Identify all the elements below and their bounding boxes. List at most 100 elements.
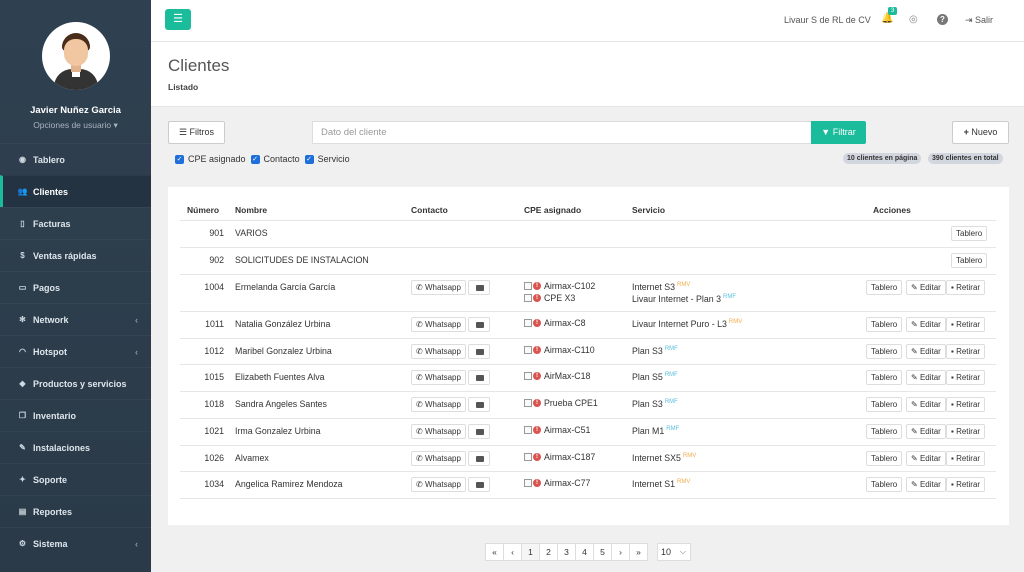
whatsapp-button[interactable]: ✆ Whatsapp — [411, 424, 466, 439]
checkbox-contacto[interactable]: ✓ — [250, 154, 260, 164]
retire-button[interactable]: ▪ Retirar — [946, 477, 986, 492]
retire-button[interactable]: ▪ Retirar — [946, 370, 986, 385]
help-icon[interactable]: ? — [937, 14, 948, 25]
client-name[interactable]: SOLICITUDES DE INSTALACION — [235, 255, 369, 265]
sidebar-item-reportes[interactable]: ▤ Reportes — [0, 495, 151, 527]
sidebar-item-facturas[interactable]: ▯ Facturas — [0, 207, 151, 239]
edit-button[interactable]: ✎ Editar — [906, 370, 946, 385]
header-nombre[interactable]: Nombre — [235, 205, 267, 215]
whatsapp-button[interactable]: ✆ Whatsapp — [411, 451, 466, 466]
client-name[interactable]: Natalia González Urbina — [235, 319, 330, 329]
client-name[interactable]: Irma Gonzalez Urbina — [235, 426, 321, 436]
sidebar-item-network[interactable]: ✻ Network ‹ — [0, 303, 151, 335]
retire-button[interactable]: ▪ Retirar — [946, 344, 986, 359]
whatsapp-button[interactable]: ✆ Whatsapp — [411, 344, 466, 359]
sidebar-item-productos-y-servicios[interactable]: ◆ Productos y servicios — [0, 367, 151, 399]
sidebar-item-tablero[interactable]: ◉ Tablero — [0, 143, 151, 175]
checkbox-cpe[interactable]: ✓ — [175, 154, 184, 164]
tablero-button[interactable]: Tablero — [866, 370, 903, 385]
cpe-item[interactable]: ! Airmax-C187 — [524, 452, 595, 462]
retire-button[interactable]: ▪ Retirar — [946, 397, 986, 412]
contact-card-icon[interactable] — [468, 397, 490, 412]
cpe-item[interactable]: ! Airmax-C77 — [524, 478, 590, 488]
page-size-select[interactable]: 10 ⌵ — [657, 543, 691, 561]
cpe-item[interactable]: ! AirMax-C18 — [524, 371, 590, 381]
avatar[interactable] — [41, 22, 110, 90]
cpe-item[interactable]: ! Airmax-C102 — [524, 281, 595, 291]
page-button[interactable]: › — [611, 543, 630, 561]
tablero-button[interactable]: Tablero — [866, 477, 903, 492]
contact-card-icon[interactable] — [468, 370, 490, 385]
tablero-button[interactable]: Tablero — [866, 424, 903, 439]
search-input[interactable] — [312, 121, 812, 144]
bell-icon[interactable]: 🔔 3 — [881, 7, 898, 24]
sidebar-item-inventario[interactable]: ❒ Inventario — [0, 399, 151, 431]
page-button[interactable]: 3 — [557, 543, 576, 561]
tablero-button[interactable]: Tablero — [951, 226, 988, 241]
cpe-item[interactable]: ! Airmax-C8 — [524, 318, 586, 328]
sidebar-item-hotspot[interactable]: ◠ Hotspot ‹ — [0, 335, 151, 367]
filter-button[interactable]: ▼ Filtrar — [811, 121, 866, 144]
sidebar-item-sistema[interactable]: ⚙ Sistema ‹ — [0, 527, 151, 559]
page-button[interactable]: « — [485, 543, 504, 561]
tablero-button[interactable]: Tablero — [866, 280, 903, 295]
sidebar-item-ventas-rapidas[interactable]: $ Ventas rápidas — [0, 239, 151, 271]
checkbox-servicio[interactable]: ✓ — [304, 154, 314, 164]
client-name[interactable]: Angelica Ramirez Mendoza — [235, 479, 343, 489]
sidebar-item-pagos[interactable]: ▭ Pagos — [0, 271, 151, 303]
contact-card-icon[interactable] — [468, 451, 490, 466]
cpe-item[interactable]: ! Airmax-C110 — [524, 345, 595, 355]
tablero-button[interactable]: Tablero — [866, 451, 903, 466]
edit-button[interactable]: ✎ Editar — [906, 397, 946, 412]
edit-button[interactable]: ✎ Editar — [906, 451, 946, 466]
contact-card-icon[interactable] — [468, 344, 490, 359]
cpe-item[interactable]: ! CPE X3 — [524, 293, 575, 303]
edit-button[interactable]: ✎ Editar — [906, 344, 946, 359]
client-name[interactable]: Elizabeth Fuentes Alva — [235, 372, 325, 382]
user-options-dropdown[interactable]: Opciones de usuario ▾ — [0, 120, 151, 131]
edit-button[interactable]: ✎ Editar — [906, 477, 946, 492]
client-name[interactable]: VARIOS — [235, 228, 268, 238]
edit-button[interactable]: ✎ Editar — [906, 317, 946, 332]
client-name[interactable]: Maribel Gonzalez Urbina — [235, 346, 332, 356]
page-button[interactable]: 5 — [593, 543, 612, 561]
client-name[interactable]: Alvamex — [235, 453, 269, 463]
sidebar-item-soporte[interactable]: ✦ Soporte — [0, 463, 151, 495]
retire-button[interactable]: ▪ Retirar — [946, 280, 986, 295]
logout-link[interactable]: ⇥ Salir — [965, 15, 993, 26]
sidebar-item-instalaciones[interactable]: ✎ Instalaciones — [0, 431, 151, 463]
sidebar-item-clientes[interactable]: 👥 Clientes — [0, 175, 151, 207]
whatsapp-button[interactable]: ✆ Whatsapp — [411, 477, 466, 492]
menu-toggle-button[interactable]: ☰ — [165, 9, 191, 30]
retire-button[interactable]: ▪ Retirar — [946, 317, 986, 332]
contact-card-icon[interactable] — [468, 317, 490, 332]
whatsapp-button[interactable]: ✆ Whatsapp — [411, 280, 466, 295]
client-name[interactable]: Ermelanda García García — [235, 282, 335, 292]
retire-button[interactable]: ▪ Retirar — [946, 451, 986, 466]
contact-card-icon[interactable] — [468, 477, 490, 492]
whatsapp-button[interactable]: ✆ Whatsapp — [411, 317, 466, 332]
new-client-button[interactable]: + Nuevo — [952, 121, 1009, 144]
page-button[interactable]: 2 — [539, 543, 558, 561]
header-numero[interactable]: Número — [187, 205, 219, 215]
page-button[interactable]: 1 — [521, 543, 540, 561]
retire-button[interactable]: ▪ Retirar — [946, 424, 986, 439]
contact-card-icon[interactable] — [468, 280, 490, 295]
whatsapp-button[interactable]: ✆ Whatsapp — [411, 370, 466, 385]
page-button[interactable]: 4 — [575, 543, 594, 561]
page-button[interactable]: » — [629, 543, 648, 561]
cpe-item[interactable]: ! Prueba CPE1 — [524, 398, 598, 408]
page-button[interactable]: ‹ — [503, 543, 522, 561]
edit-button[interactable]: ✎ Editar — [906, 280, 946, 295]
tablero-button[interactable]: Tablero — [866, 317, 903, 332]
edit-button[interactable]: ✎ Editar — [906, 424, 946, 439]
tablero-button[interactable]: Tablero — [866, 397, 903, 412]
contact-card-icon[interactable] — [468, 424, 490, 439]
tablero-button[interactable]: Tablero — [951, 253, 988, 268]
client-name[interactable]: Sandra Angeles Santes — [235, 399, 327, 409]
whatsapp-button[interactable]: ✆ Whatsapp — [411, 397, 466, 412]
tablero-button[interactable]: Tablero — [866, 344, 903, 359]
filters-button[interactable]: ☰ Filtros — [168, 121, 225, 144]
cpe-item[interactable]: ! Airmax-C51 — [524, 425, 590, 435]
globe-icon[interactable]: ◎ — [909, 14, 918, 25]
